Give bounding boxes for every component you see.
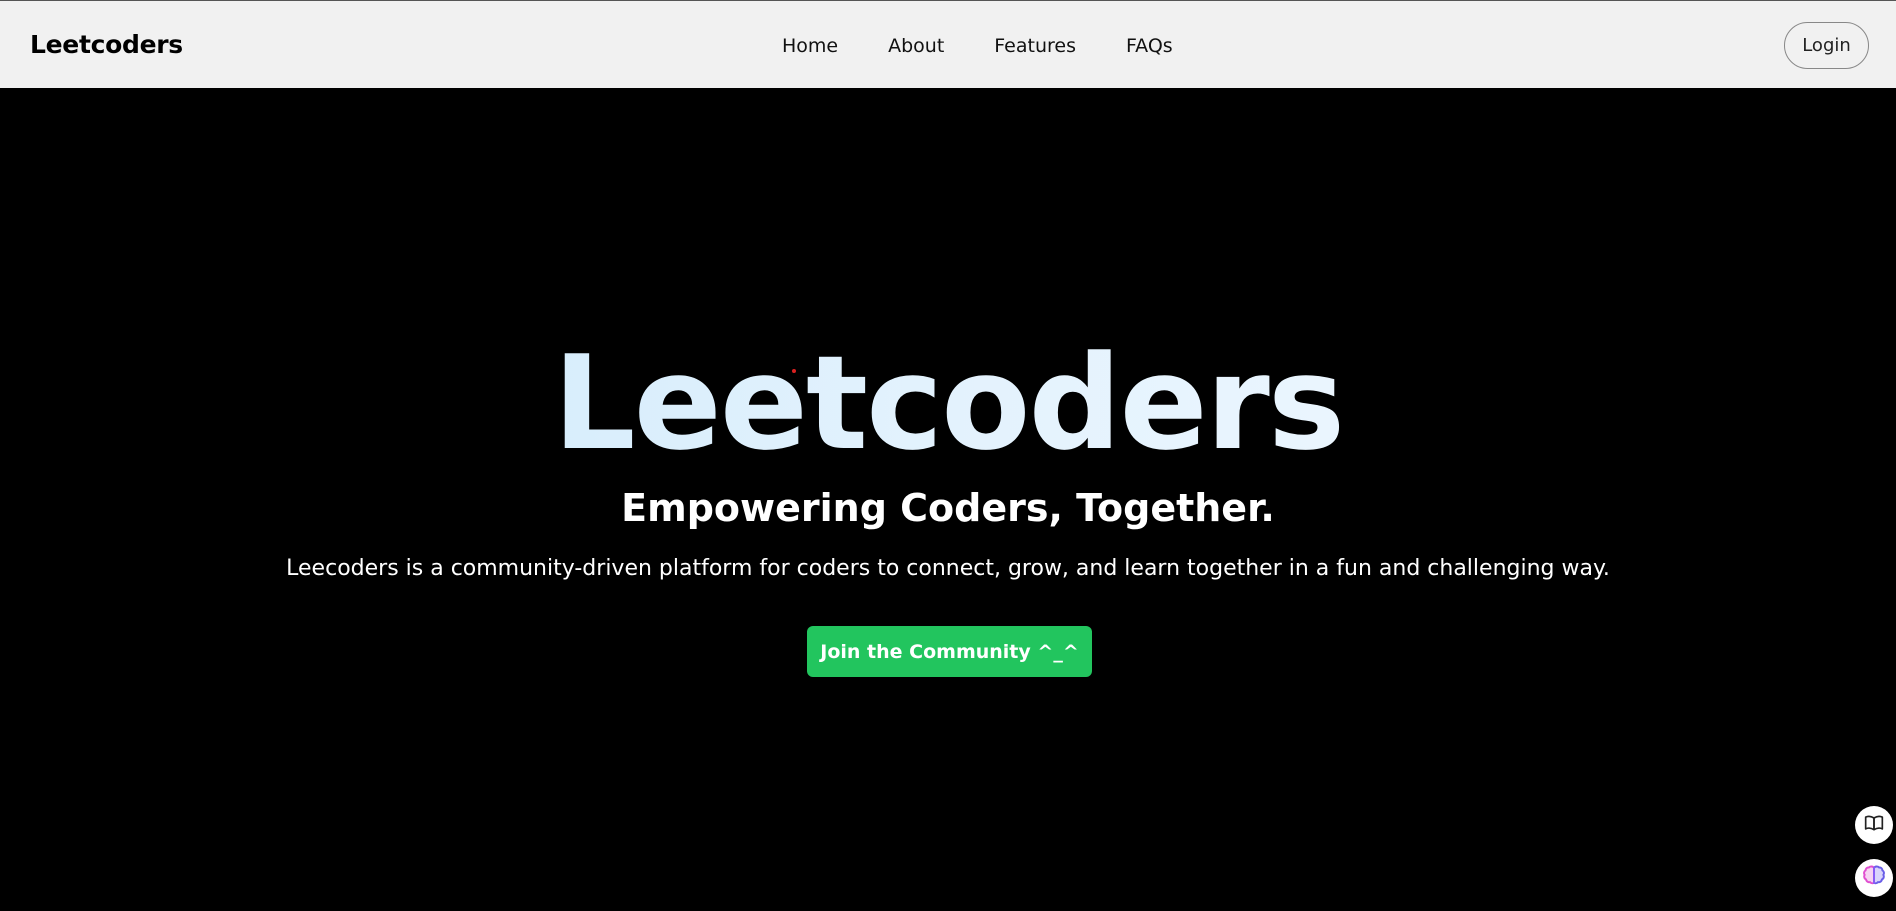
- nav-link-home[interactable]: Home: [782, 35, 838, 57]
- hero-description: Leecoders is a community-driven platform…: [286, 556, 1610, 581]
- nav-link-about[interactable]: About: [888, 35, 944, 57]
- brand-logo[interactable]: Leetcoders: [30, 30, 183, 59]
- brain-icon-button[interactable]: [1855, 859, 1893, 897]
- nav-link-faqs[interactable]: FAQs: [1126, 35, 1173, 57]
- nav-links: Home About Features FAQs: [782, 35, 1173, 57]
- book-icon: [1864, 813, 1884, 838]
- navbar: Leetcoders Home About Features FAQs Logi…: [0, 0, 1896, 88]
- cursor-dot: [792, 369, 796, 373]
- hero-subtitle: Empowering Coders, Together.: [621, 486, 1275, 530]
- brain-icon: [1861, 863, 1887, 894]
- login-button[interactable]: Login: [1784, 22, 1869, 69]
- hero-title: Leetcoders: [0, 338, 1896, 468]
- hero-section: Leetcoders Empowering Coders, Together. …: [0, 88, 1896, 911]
- book-icon-button[interactable]: [1855, 806, 1893, 844]
- join-community-button[interactable]: Join the Community ^_^: [807, 626, 1092, 677]
- nav-link-features[interactable]: Features: [994, 35, 1076, 57]
